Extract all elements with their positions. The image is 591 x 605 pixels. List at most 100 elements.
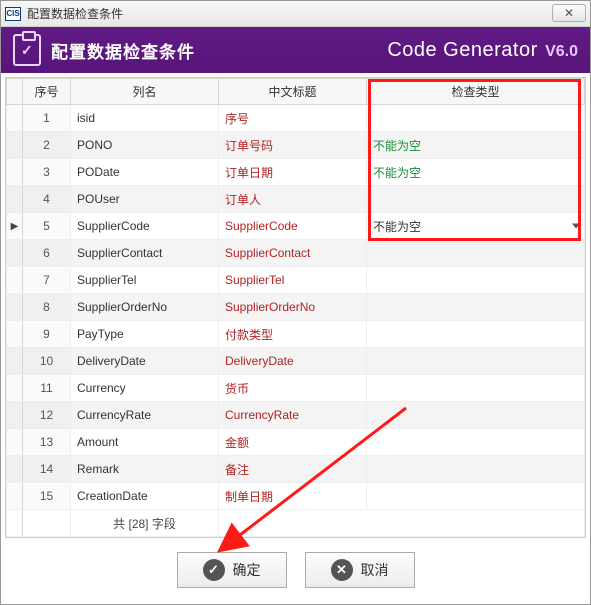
cell-check-type[interactable] bbox=[367, 105, 585, 132]
cell-cn-title: 付款类型 bbox=[219, 321, 367, 348]
cell-index: 2 bbox=[23, 132, 71, 159]
cell-check-type[interactable]: 不能为空 bbox=[367, 132, 585, 159]
cell-index: 10 bbox=[23, 348, 71, 375]
cancel-button[interactable]: ✕ 取消 bbox=[305, 552, 415, 588]
row-header bbox=[7, 267, 23, 294]
cell-col-name: CurrencyRate bbox=[71, 402, 219, 429]
row-header bbox=[7, 483, 23, 510]
row-header bbox=[7, 456, 23, 483]
cell-col-name: Amount bbox=[71, 429, 219, 456]
row-header bbox=[7, 294, 23, 321]
cell-check-type[interactable] bbox=[367, 186, 585, 213]
row-header bbox=[7, 510, 23, 537]
col-index[interactable]: 序号 bbox=[23, 79, 71, 105]
cell-col-name: isid bbox=[71, 105, 219, 132]
cell-check-type[interactable] bbox=[367, 402, 585, 429]
table-row[interactable]: 10DeliveryDateDeliveryDate bbox=[7, 348, 585, 375]
chevron-down-icon bbox=[572, 224, 580, 229]
banner-version: V6.0 bbox=[545, 43, 578, 60]
window-title: 配置数据检查条件 bbox=[27, 5, 123, 22]
cell-check-type[interactable] bbox=[367, 429, 585, 456]
table-footer: 共 [28] 字段 bbox=[7, 510, 585, 537]
cell-index: 11 bbox=[23, 375, 71, 402]
cell-check-type[interactable] bbox=[367, 483, 585, 510]
close-button[interactable]: ✕ bbox=[552, 4, 586, 22]
row-header: ▶ bbox=[7, 213, 23, 240]
cell-check-type[interactable] bbox=[367, 267, 585, 294]
row-header bbox=[7, 375, 23, 402]
cell-index: 12 bbox=[23, 402, 71, 429]
cell-index: 15 bbox=[23, 483, 71, 510]
table-row[interactable]: 9PayType付款类型 bbox=[7, 321, 585, 348]
titlebar: CIS 配置数据检查条件 ✕ bbox=[1, 1, 590, 27]
cell-col-name: SupplierCode bbox=[71, 213, 219, 240]
cell-index: 6 bbox=[23, 240, 71, 267]
row-header bbox=[7, 186, 23, 213]
table-row[interactable]: 12CurrencyRateCurrencyRate bbox=[7, 402, 585, 429]
cell-col-name: PayType bbox=[71, 321, 219, 348]
cell-check-type[interactable] bbox=[367, 348, 585, 375]
cell-col-name: PODate bbox=[71, 159, 219, 186]
table-row[interactable]: 4POUser订单人 bbox=[7, 186, 585, 213]
x-icon: ✕ bbox=[331, 559, 353, 581]
cell-cn-title: DeliveryDate bbox=[219, 348, 367, 375]
col-name[interactable]: 列名 bbox=[71, 79, 219, 105]
table-row[interactable]: 11Currency货币 bbox=[7, 375, 585, 402]
ok-button[interactable]: ✓ 确定 bbox=[177, 552, 287, 588]
row-header bbox=[7, 105, 23, 132]
cell-col-name: Remark bbox=[71, 456, 219, 483]
row-header bbox=[7, 348, 23, 375]
table-row[interactable]: 1isid序号 bbox=[7, 105, 585, 132]
table-row[interactable]: 7SupplierTelSupplierTel bbox=[7, 267, 585, 294]
cell-cn-title: SupplierCode bbox=[219, 213, 367, 240]
table-row[interactable]: 13Amount金额 bbox=[7, 429, 585, 456]
table-row[interactable]: 2PONO订单号码不能为空 bbox=[7, 132, 585, 159]
cell-index: 5 bbox=[23, 213, 71, 240]
row-header bbox=[7, 132, 23, 159]
cell-check-type-value: 不能为空 bbox=[373, 220, 421, 234]
cell-check-type-value: 不能为空 bbox=[373, 139, 421, 153]
button-row: ✓ 确定 ✕ 取消 bbox=[5, 538, 586, 598]
cell-col-name: CreationDate bbox=[71, 483, 219, 510]
table-row[interactable]: 15CreationDate制单日期 bbox=[7, 483, 585, 510]
col-cn-title[interactable]: 中文标题 bbox=[219, 79, 367, 105]
table-row[interactable]: 8SupplierOrderNoSupplierOrderNo bbox=[7, 294, 585, 321]
row-header bbox=[7, 429, 23, 456]
cell-index: 13 bbox=[23, 429, 71, 456]
footer-summary: 共 [28] 字段 bbox=[71, 510, 219, 537]
banner-brand-wrap: Code Generator V6.0 bbox=[387, 39, 578, 62]
check-icon: ✓ bbox=[203, 559, 225, 581]
check-type-dropdown[interactable]: 不能为空 bbox=[367, 213, 585, 240]
col-check-type[interactable]: 检查类型 bbox=[367, 79, 585, 105]
row-header bbox=[7, 159, 23, 186]
cell-index: 14 bbox=[23, 456, 71, 483]
cell-cn-title: SupplierTel bbox=[219, 267, 367, 294]
cell-col-name: PONO bbox=[71, 132, 219, 159]
cell-check-type[interactable] bbox=[367, 294, 585, 321]
banner-title: 配置数据检查条件 bbox=[51, 38, 195, 63]
cell-index: 4 bbox=[23, 186, 71, 213]
cell-index: 3 bbox=[23, 159, 71, 186]
cell-cn-title: 货币 bbox=[219, 375, 367, 402]
cell-col-name: POUser bbox=[71, 186, 219, 213]
table-row[interactable]: 6SupplierContactSupplierContact bbox=[7, 240, 585, 267]
banner-brand: Code Generator bbox=[387, 39, 537, 61]
cell-check-type[interactable] bbox=[367, 321, 585, 348]
current-row-marker-icon: ▶ bbox=[7, 221, 22, 232]
cell-col-name: Currency bbox=[71, 375, 219, 402]
cell-index: 7 bbox=[23, 267, 71, 294]
cell-check-type[interactable] bbox=[367, 240, 585, 267]
cell-check-type[interactable]: 不能为空 bbox=[367, 159, 585, 186]
cell-cn-title: 制单日期 bbox=[219, 483, 367, 510]
cancel-button-label: 取消 bbox=[361, 560, 389, 580]
cell-check-type[interactable] bbox=[367, 375, 585, 402]
footer-empty bbox=[219, 510, 585, 537]
ok-button-label: 确定 bbox=[233, 560, 261, 580]
table-row[interactable]: ▶5SupplierCodeSupplierCode不能为空 bbox=[7, 213, 585, 240]
table-row[interactable]: 14Remark备注 bbox=[7, 456, 585, 483]
cell-cn-title: 订单人 bbox=[219, 186, 367, 213]
cell-check-type[interactable] bbox=[367, 456, 585, 483]
table-row[interactable]: 3PODate订单日期不能为空 bbox=[7, 159, 585, 186]
cell-index: 8 bbox=[23, 294, 71, 321]
cell-cn-title: CurrencyRate bbox=[219, 402, 367, 429]
